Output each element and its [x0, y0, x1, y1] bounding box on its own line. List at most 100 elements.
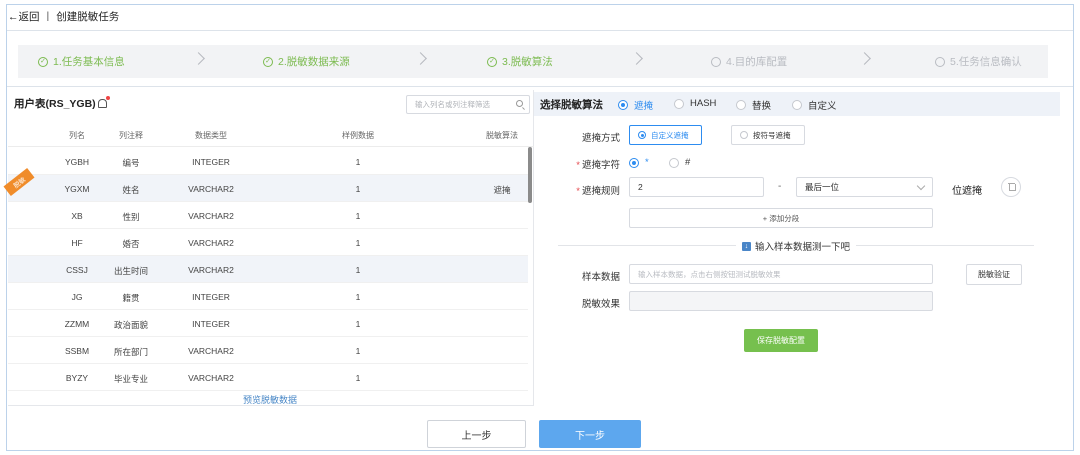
- cell-name: YGBH: [64, 157, 90, 167]
- download-icon: ↓: [742, 241, 751, 251]
- radio-selected-icon: [618, 100, 628, 110]
- page-title: 创建脱敏任务: [56, 10, 120, 23]
- cell-type: VARCHAR2: [188, 211, 234, 221]
- mask-rule-label: * 遮掩规则: [550, 183, 620, 197]
- cell-type: VARCHAR2: [188, 346, 234, 356]
- rule-count-value: 2: [638, 182, 643, 192]
- test-divider-text: 输入样本数据测一下吧: [755, 242, 851, 253]
- cell-comment: 政治面貌: [113, 320, 148, 330]
- sample-data-input[interactable]: 输入样本数据，点击右侧按钮测试脱敏效果: [629, 264, 933, 284]
- mask-mode-by-symbol[interactable]: 按符号遮掩: [731, 125, 805, 145]
- back-link[interactable]: ←返回: [8, 9, 40, 24]
- algorithm-selector: 选择脱敏算法 遮掩 HASH 替换 自定义: [534, 92, 1060, 116]
- mask-char-text: *: [645, 157, 649, 168]
- cell-name: CSSJ: [66, 265, 88, 275]
- add-segment-button[interactable]: + 添加分段: [629, 208, 933, 228]
- mask-char-label: * 遮掩字符: [550, 157, 620, 171]
- algorithm-option-mask[interactable]: 遮掩: [618, 98, 653, 112]
- delete-icon[interactable]: [1001, 177, 1021, 197]
- table-row[interactable]: YGBH 编号 INTEGER 1: [8, 148, 528, 175]
- table-row[interactable]: ZZMM 政治面貌 INTEGER 1: [8, 310, 528, 337]
- cell-name: HF: [71, 238, 83, 248]
- cell-name: YGXM: [64, 184, 90, 194]
- cell-sample: 1: [355, 292, 361, 302]
- add-segment-label: + 添加分段: [762, 213, 800, 223]
- next-step-label: 下一步: [575, 430, 605, 442]
- cell-algorithm: 遮掩: [493, 185, 511, 195]
- algorithm-option-hash[interactable]: HASH: [674, 98, 716, 109]
- mask-char-hash[interactable]: #: [669, 157, 690, 168]
- table-row[interactable]: HF 婚否 VARCHAR2 1: [8, 229, 528, 256]
- cell-type: VARCHAR2: [188, 265, 234, 275]
- preview-masked-data-link[interactable]: 预览脱敏数据: [243, 393, 297, 406]
- cell-type: INTEGER: [192, 157, 230, 167]
- mask-mode-label: 遮掩方式: [581, 133, 620, 144]
- next-step-button[interactable]: 下一步: [539, 420, 641, 448]
- cell-name: JG: [71, 292, 83, 302]
- rule-suffix: 位遮掩: [952, 186, 982, 197]
- cell-sample: 1: [355, 373, 361, 383]
- table-header: 列名 列注释 数据类型 样例数据 脱敏算法: [8, 123, 534, 147]
- cell-comment: 出生时间: [113, 266, 148, 276]
- cell-sample: 1: [355, 238, 361, 248]
- table-row[interactable]: BYZY 毕业专业 VARCHAR2 1: [8, 364, 528, 391]
- section-divider: [7, 86, 1073, 87]
- radio-icon: [740, 131, 748, 139]
- col-header-algorithm: 脱敏算法: [486, 131, 518, 140]
- mask-mode-custom[interactable]: 自定义遮掩: [629, 125, 702, 145]
- step-4[interactable]: 4.目的库配置: [711, 45, 787, 78]
- required-mark: *: [576, 186, 580, 197]
- column-filter-input[interactable]: 输入列名或列注释筛选: [406, 95, 530, 114]
- table-row[interactable]: 脱敏 YGXM 姓名 VARCHAR2 1 遮掩: [3, 168, 528, 202]
- mask-char-star[interactable]: *: [629, 157, 649, 168]
- prev-step-button[interactable]: 上一步: [427, 420, 526, 448]
- cell-type: VARCHAR2: [188, 238, 234, 248]
- rule-position-select[interactable]: 最后一位: [796, 177, 933, 197]
- step-label: 2.脱敏数据来源: [278, 56, 350, 68]
- cell-comment: 籍贯: [122, 293, 140, 303]
- step-bar: ✓ 1.任务基本信息 ✓ 2.脱敏数据来源 ✓ 3.脱敏算法 4.目的库配置 5…: [18, 45, 1048, 78]
- table-row[interactable]: JG 籍贯 INTEGER 1: [8, 283, 528, 310]
- algorithm-option-replace[interactable]: 替换: [736, 98, 771, 112]
- cell-type: VARCHAR2: [188, 373, 234, 383]
- verify-button[interactable]: 脱敏验证: [966, 264, 1022, 285]
- table-scrollbar[interactable]: [528, 147, 532, 203]
- table-row[interactable]: XB 性别 VARCHAR2 1: [8, 202, 528, 229]
- save-config-button[interactable]: 保存脱敏配置: [744, 329, 818, 352]
- mask-mode-label-text: 自定义遮掩: [651, 130, 689, 140]
- sample-data-placeholder: 输入样本数据，点击右侧按钮测试脱敏效果: [638, 269, 781, 279]
- cell-sample: 1: [355, 184, 361, 194]
- chevron-right-icon: [414, 52, 427, 65]
- step-2[interactable]: ✓ 2.脱敏数据来源: [263, 45, 350, 78]
- rule-position-value: 最后一位: [805, 182, 840, 192]
- option-label: HASH: [690, 98, 717, 109]
- step-3[interactable]: ✓ 3.脱敏算法: [487, 45, 553, 78]
- cell-name: XB: [71, 211, 83, 221]
- step-1[interactable]: ✓ 1.任务基本信息: [38, 45, 125, 78]
- header-divider: [7, 30, 1073, 31]
- step-5[interactable]: 5.任务信息确认: [935, 45, 1022, 78]
- radio-selected-icon: [638, 131, 646, 139]
- table-row[interactable]: CSSJ 出生时间 VARCHAR2 1: [8, 256, 528, 283]
- algorithm-option-custom[interactable]: 自定义: [792, 98, 837, 112]
- table-row[interactable]: SSBM 所在部门 VARCHAR2 1: [8, 337, 528, 364]
- verify-button-label: 脱敏验证: [978, 270, 1010, 279]
- cell-comment: 婚否: [122, 239, 140, 249]
- rule-count-input[interactable]: 2: [629, 177, 764, 197]
- circle-icon: [711, 56, 721, 67]
- header-separator: |: [46, 10, 50, 22]
- mask-mode-label-text: 按符号遮掩: [753, 130, 791, 140]
- option-label: 遮掩: [634, 101, 654, 112]
- column-filter-placeholder: 输入列名或列注释筛选: [415, 100, 490, 109]
- cell-name: BYZY: [65, 373, 89, 383]
- sample-data-label: 样本数据: [581, 272, 620, 283]
- chevron-right-icon: [192, 52, 205, 65]
- table-name: 用户表(RS_YGB): [14, 98, 96, 110]
- col-header-type: 数据类型: [195, 131, 227, 140]
- cell-type: VARCHAR2: [188, 184, 234, 194]
- bell-icon[interactable]: [97, 96, 110, 108]
- required-mark: *: [576, 160, 580, 171]
- circle-icon: [935, 56, 945, 67]
- radio-icon: [792, 100, 802, 110]
- check-circle-icon: ✓: [487, 56, 497, 67]
